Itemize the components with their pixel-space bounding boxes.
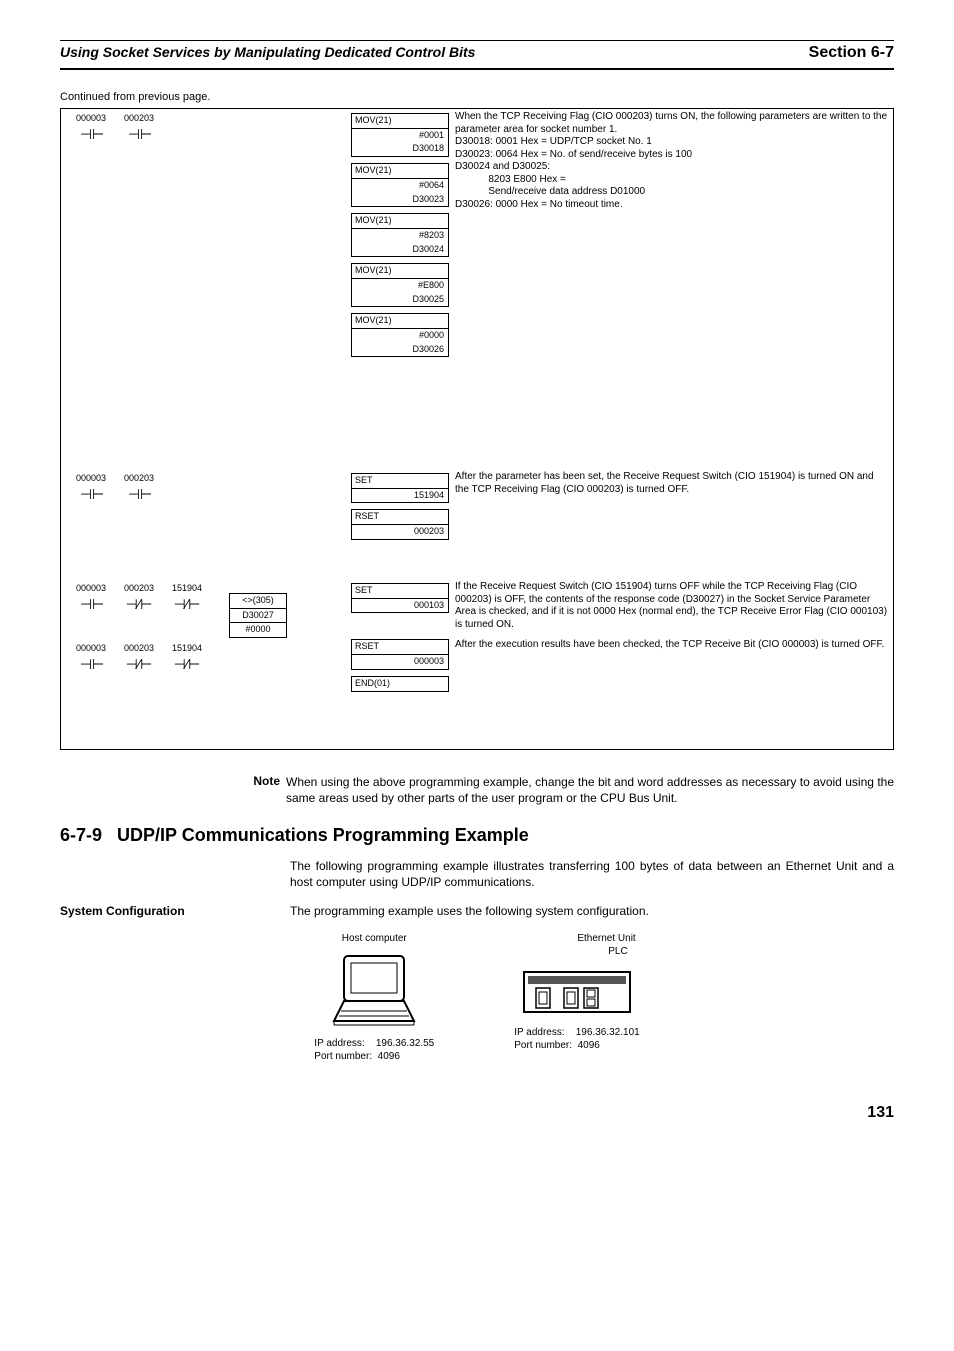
header-right: Section 6-7 xyxy=(809,43,894,64)
instr-mov: MOV(21) #8203 D30024 xyxy=(351,213,449,257)
page-number: 131 xyxy=(60,1103,894,1124)
system-config-label: System Configuration xyxy=(60,904,290,920)
continued-label: Continued from previous page. xyxy=(60,90,894,104)
section-heading: 6-7-9 UDP/IP Communications Programming … xyxy=(60,824,894,847)
instr-mov: MOV(21) #0000 D30026 xyxy=(351,313,449,357)
ethernet-unit-label: Ethernet Unit xyxy=(514,932,639,945)
instr-set: SET 151904 xyxy=(351,473,449,503)
rung2-description: After the parameter has been set, the Re… xyxy=(451,469,893,498)
header-left: Using Socket Services by Manipulating De… xyxy=(60,43,475,61)
instr-rset: RSET 000003 xyxy=(351,639,449,669)
instr-mov: MOV(21) #0001 D30018 xyxy=(351,113,449,157)
plc-label: PLC xyxy=(514,945,639,958)
instr-end: END(01) xyxy=(351,676,449,692)
rung3-description: If the Receive Request Switch (CIO 15190… xyxy=(451,579,893,654)
system-config-text: The programming example uses the followi… xyxy=(290,904,894,920)
rung1-description: When the TCP Receiving Flag (CIO 000203)… xyxy=(451,109,893,213)
plc-icon xyxy=(522,964,632,1020)
note-label: Note xyxy=(240,774,286,806)
instr-rset: RSET 000203 xyxy=(351,509,449,539)
instr-mov: MOV(21) #0064 D30023 xyxy=(351,163,449,207)
section-paragraph: The following programming example illust… xyxy=(290,858,894,890)
host-computer-icon xyxy=(329,951,419,1031)
page-header: Using Socket Services by Manipulating De… xyxy=(60,40,894,70)
note-text: When using the above programming example… xyxy=(286,774,894,806)
instr-mov: MOV(21) #E800 D30025 xyxy=(351,263,449,307)
note-block: Note When using the above programming ex… xyxy=(240,774,894,806)
ladder-diagram: 000003⊣ ⊢ 000203⊣ ⊢ MOV(21) #0001 D30018… xyxy=(60,108,894,750)
host-computer-label: Host computer xyxy=(314,932,434,945)
instr-set: SET 000103 xyxy=(351,583,449,613)
system-diagram: Host computer IP address: 196.36.32.55 P… xyxy=(60,932,894,1063)
